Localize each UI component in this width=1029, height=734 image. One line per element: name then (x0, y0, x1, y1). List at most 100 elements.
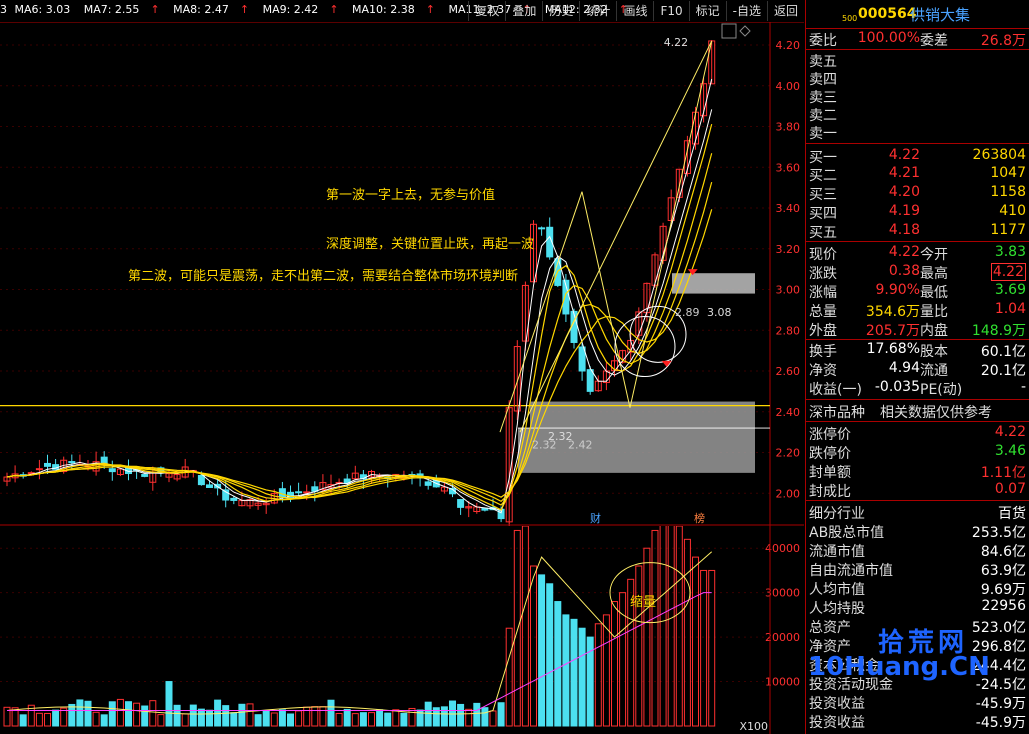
volume-bar (262, 710, 270, 727)
volume-bar (181, 713, 189, 727)
price-tick-label: 2.80 (776, 324, 801, 337)
candle-body (108, 468, 116, 473)
info-label: 细分行业 (809, 506, 865, 522)
overlay-button[interactable]: 叠加 (505, 1, 542, 21)
volume-bar (392, 709, 400, 727)
volume-bar (400, 712, 408, 727)
volume-bar (35, 712, 43, 727)
volume-bar (505, 627, 513, 727)
down-arrow-icon (661, 360, 672, 367)
info-row: 投资收益 -45.9万 (806, 711, 1028, 731)
quote-value: 354.6万 (865, 304, 920, 320)
info-label: 自由流通市值 (809, 563, 893, 579)
volume-bar (481, 707, 489, 727)
level-label: 2.89 (675, 306, 700, 319)
watermark-url: 10Huang.CN (808, 652, 990, 682)
volume-chart[interactable]: 40000300002000010000缩量X100 (0, 526, 804, 734)
quote-label: 现价 (809, 247, 837, 263)
back-button[interactable]: 返回 (766, 1, 804, 21)
quote-value: 205.7万 (865, 323, 920, 339)
mark-button[interactable]: 标记 (688, 1, 726, 21)
volume-bar (408, 707, 416, 727)
sell3-row: 卖三 (806, 86, 1028, 106)
volume-bar (238, 703, 246, 727)
info-row: 自由流通市值 63.9亿 (806, 559, 1028, 579)
quote-label: 今开 (920, 247, 948, 263)
level-label: 3.08 (707, 306, 732, 319)
quote-value: 148.9万 (971, 323, 1026, 339)
quote-label: 最低 (920, 285, 948, 301)
buy5-row: 买五 4.18 1177 (806, 221, 1028, 241)
quote-label: 涨幅 (809, 285, 837, 301)
buy4-row: 买四 4.19 410 (806, 202, 1028, 222)
quote-label: 最高 (920, 266, 948, 282)
fin-value: 20.1亿 (980, 363, 1026, 379)
stock-name[interactable]: 供销大集 (910, 4, 970, 25)
candle-body (35, 468, 43, 471)
volume-bar (359, 712, 367, 727)
watchlist-button[interactable]: -自选 (725, 1, 767, 21)
quote-value: 3.83 (994, 244, 1026, 260)
quote-label: 内盘 (920, 323, 948, 339)
stats-button[interactable]: 统计 (579, 1, 616, 21)
history-button[interactable]: 历史 (542, 1, 579, 21)
volume-bar (141, 705, 149, 727)
volume-annotation: 缩量 (630, 594, 656, 610)
price-tick-label: 3.20 (776, 243, 801, 256)
quote-label: 涨跌 (809, 266, 837, 282)
buy5-price: 4.18 (888, 222, 920, 238)
up-arrow-icon: ↑ (150, 3, 160, 16)
info-value: 9.69万 (980, 582, 1026, 598)
seal-amount-row: 封单额 1.11亿 (806, 461, 1028, 481)
fuquan-button[interactable]: 复权 (468, 1, 505, 21)
info-value: 253.5亿 (971, 525, 1026, 541)
candle-body (295, 491, 303, 494)
volume-bar (667, 526, 675, 727)
buy5-label: 买五 (809, 225, 837, 241)
market-label: 深市品种 (809, 405, 865, 421)
info-row: 细分行业 百货 (806, 502, 1028, 522)
fin-value: -0.035 (874, 379, 920, 395)
limit-label: 封成比 (809, 484, 851, 500)
limit-label: 跌停价 (809, 446, 851, 462)
price-tick-label: 3.00 (776, 284, 801, 297)
expand-icon (721, 23, 737, 39)
buy2-price: 4.21 (888, 165, 920, 181)
info-row: AB股总市值 253.5亿 (806, 521, 1028, 541)
fin-label: PE(动) (920, 382, 963, 398)
volume-bar (465, 708, 473, 727)
volume-bar (440, 706, 448, 727)
info-label: AB股总市值 (809, 525, 885, 541)
price-tick-label: 4.20 (776, 39, 801, 52)
limit-up-row: 涨停价 4.22 (806, 423, 1028, 443)
up-arrow-icon: ↑ (329, 3, 339, 16)
volume-bar (287, 713, 294, 727)
candle-body (197, 475, 205, 486)
volume-bar (343, 708, 351, 727)
chart-toolbar: 3 MA6: 3.03 MA7: 2.55 ↑ MA8: 2.47 ↑ MA9: 2… (0, 0, 804, 23)
limit-label: 封单额 (809, 465, 851, 481)
info-value: 84.6亿 (980, 544, 1026, 560)
candle-body (586, 369, 594, 392)
volume-bar (530, 565, 537, 727)
candle-body (206, 484, 213, 488)
fin-row-turnover: 换手 17.68% 股本 60.1亿 (806, 340, 1028, 360)
sell1-label: 卖一 (809, 126, 837, 142)
price-tick-label: 2.20 (776, 447, 801, 460)
buy4-label: 买四 (809, 206, 837, 222)
volume-bar (108, 701, 116, 727)
limit-down-row: 跌停价 3.46 (806, 442, 1028, 462)
volume-bar (19, 714, 27, 727)
volume-bar (562, 614, 570, 727)
volume-bar (230, 712, 238, 727)
ma7-label: MA7: 2.55 (83, 3, 140, 16)
volume-bar (44, 713, 51, 727)
ma10-label: MA10: 2.38 (352, 3, 415, 16)
toolbar-buttons: 复权 叠加 历史 统计 画线 F10 标记 -自选 返回 (468, 1, 804, 21)
info-value: 百货 (998, 506, 1026, 522)
volume-bar (165, 681, 173, 727)
draw-line-button[interactable]: 画线 (616, 1, 653, 21)
f10-button[interactable]: F10 (653, 1, 688, 21)
info-label: 投资收益 (809, 715, 865, 731)
quote-row-outer: 外盘 205.7万 内盘 148.9万 (806, 319, 1028, 339)
